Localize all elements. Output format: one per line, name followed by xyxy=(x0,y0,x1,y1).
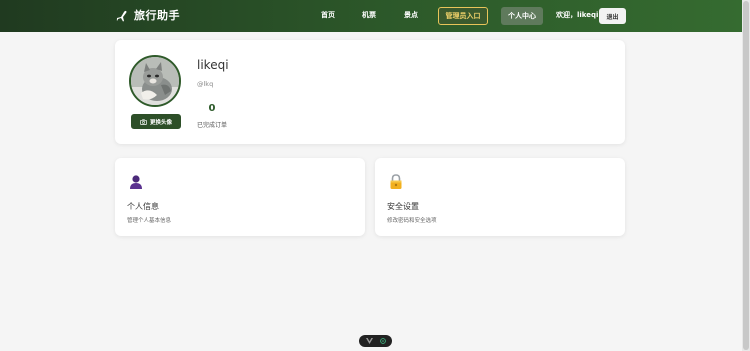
logout-button[interactable]: 退出 xyxy=(599,8,626,24)
profile-handle: @lkq xyxy=(197,80,214,88)
personal-info-card[interactable]: 个人信息 管理个人基本信息 xyxy=(115,158,365,236)
completed-orders-count: 0 xyxy=(208,103,216,114)
change-avatar-label: 更换头像 xyxy=(149,119,172,126)
profile-center-button[interactable]: 个人中心 xyxy=(501,7,543,25)
admin-entry-button[interactable]: 管理员入口 xyxy=(438,7,488,25)
plane-icon xyxy=(115,8,129,22)
avatar xyxy=(129,55,181,107)
lock-icon xyxy=(389,174,403,190)
security-settings-title: 安全设置 xyxy=(387,202,419,211)
vue-logo-icon[interactable] xyxy=(365,338,373,344)
brand-title: 旅行助手 xyxy=(134,9,180,22)
security-settings-desc: 修改密码和安全选项 xyxy=(387,218,437,224)
nav-link-spots[interactable]: 景点 xyxy=(404,10,418,20)
user-icon xyxy=(129,174,143,190)
welcome-text: 欢迎，likeqi xyxy=(556,11,599,19)
brand[interactable]: 旅行助手 xyxy=(115,7,180,23)
security-settings-card[interactable]: 安全设置 修改密码和安全选项 xyxy=(375,158,625,236)
personal-info-title: 个人信息 xyxy=(127,202,159,211)
cat-avatar-image xyxy=(131,57,179,105)
completed-orders-label: 已完成订单 xyxy=(197,122,228,129)
scrollbar-thumb[interactable] xyxy=(743,1,749,350)
profile-username: likeqi xyxy=(197,58,229,72)
target-icon[interactable] xyxy=(379,338,386,344)
change-avatar-button[interactable]: 更换头像 xyxy=(131,114,181,129)
floating-dev-toolbar[interactable] xyxy=(359,335,392,347)
nav-link-tickets[interactable]: 机票 xyxy=(362,10,376,20)
top-nav: 旅行助手 首页 机票 景点 管理员入口 个人中心 欢迎，likeqi 退出 xyxy=(0,0,742,32)
camera-icon xyxy=(140,118,147,125)
personal-info-desc: 管理个人基本信息 xyxy=(127,218,172,224)
nav-link-home[interactable]: 首页 xyxy=(321,10,335,20)
page-scrollbar[interactable] xyxy=(742,0,750,351)
profile-card: 更换头像 likeqi @lkq 0 已完成订单 xyxy=(115,40,625,144)
